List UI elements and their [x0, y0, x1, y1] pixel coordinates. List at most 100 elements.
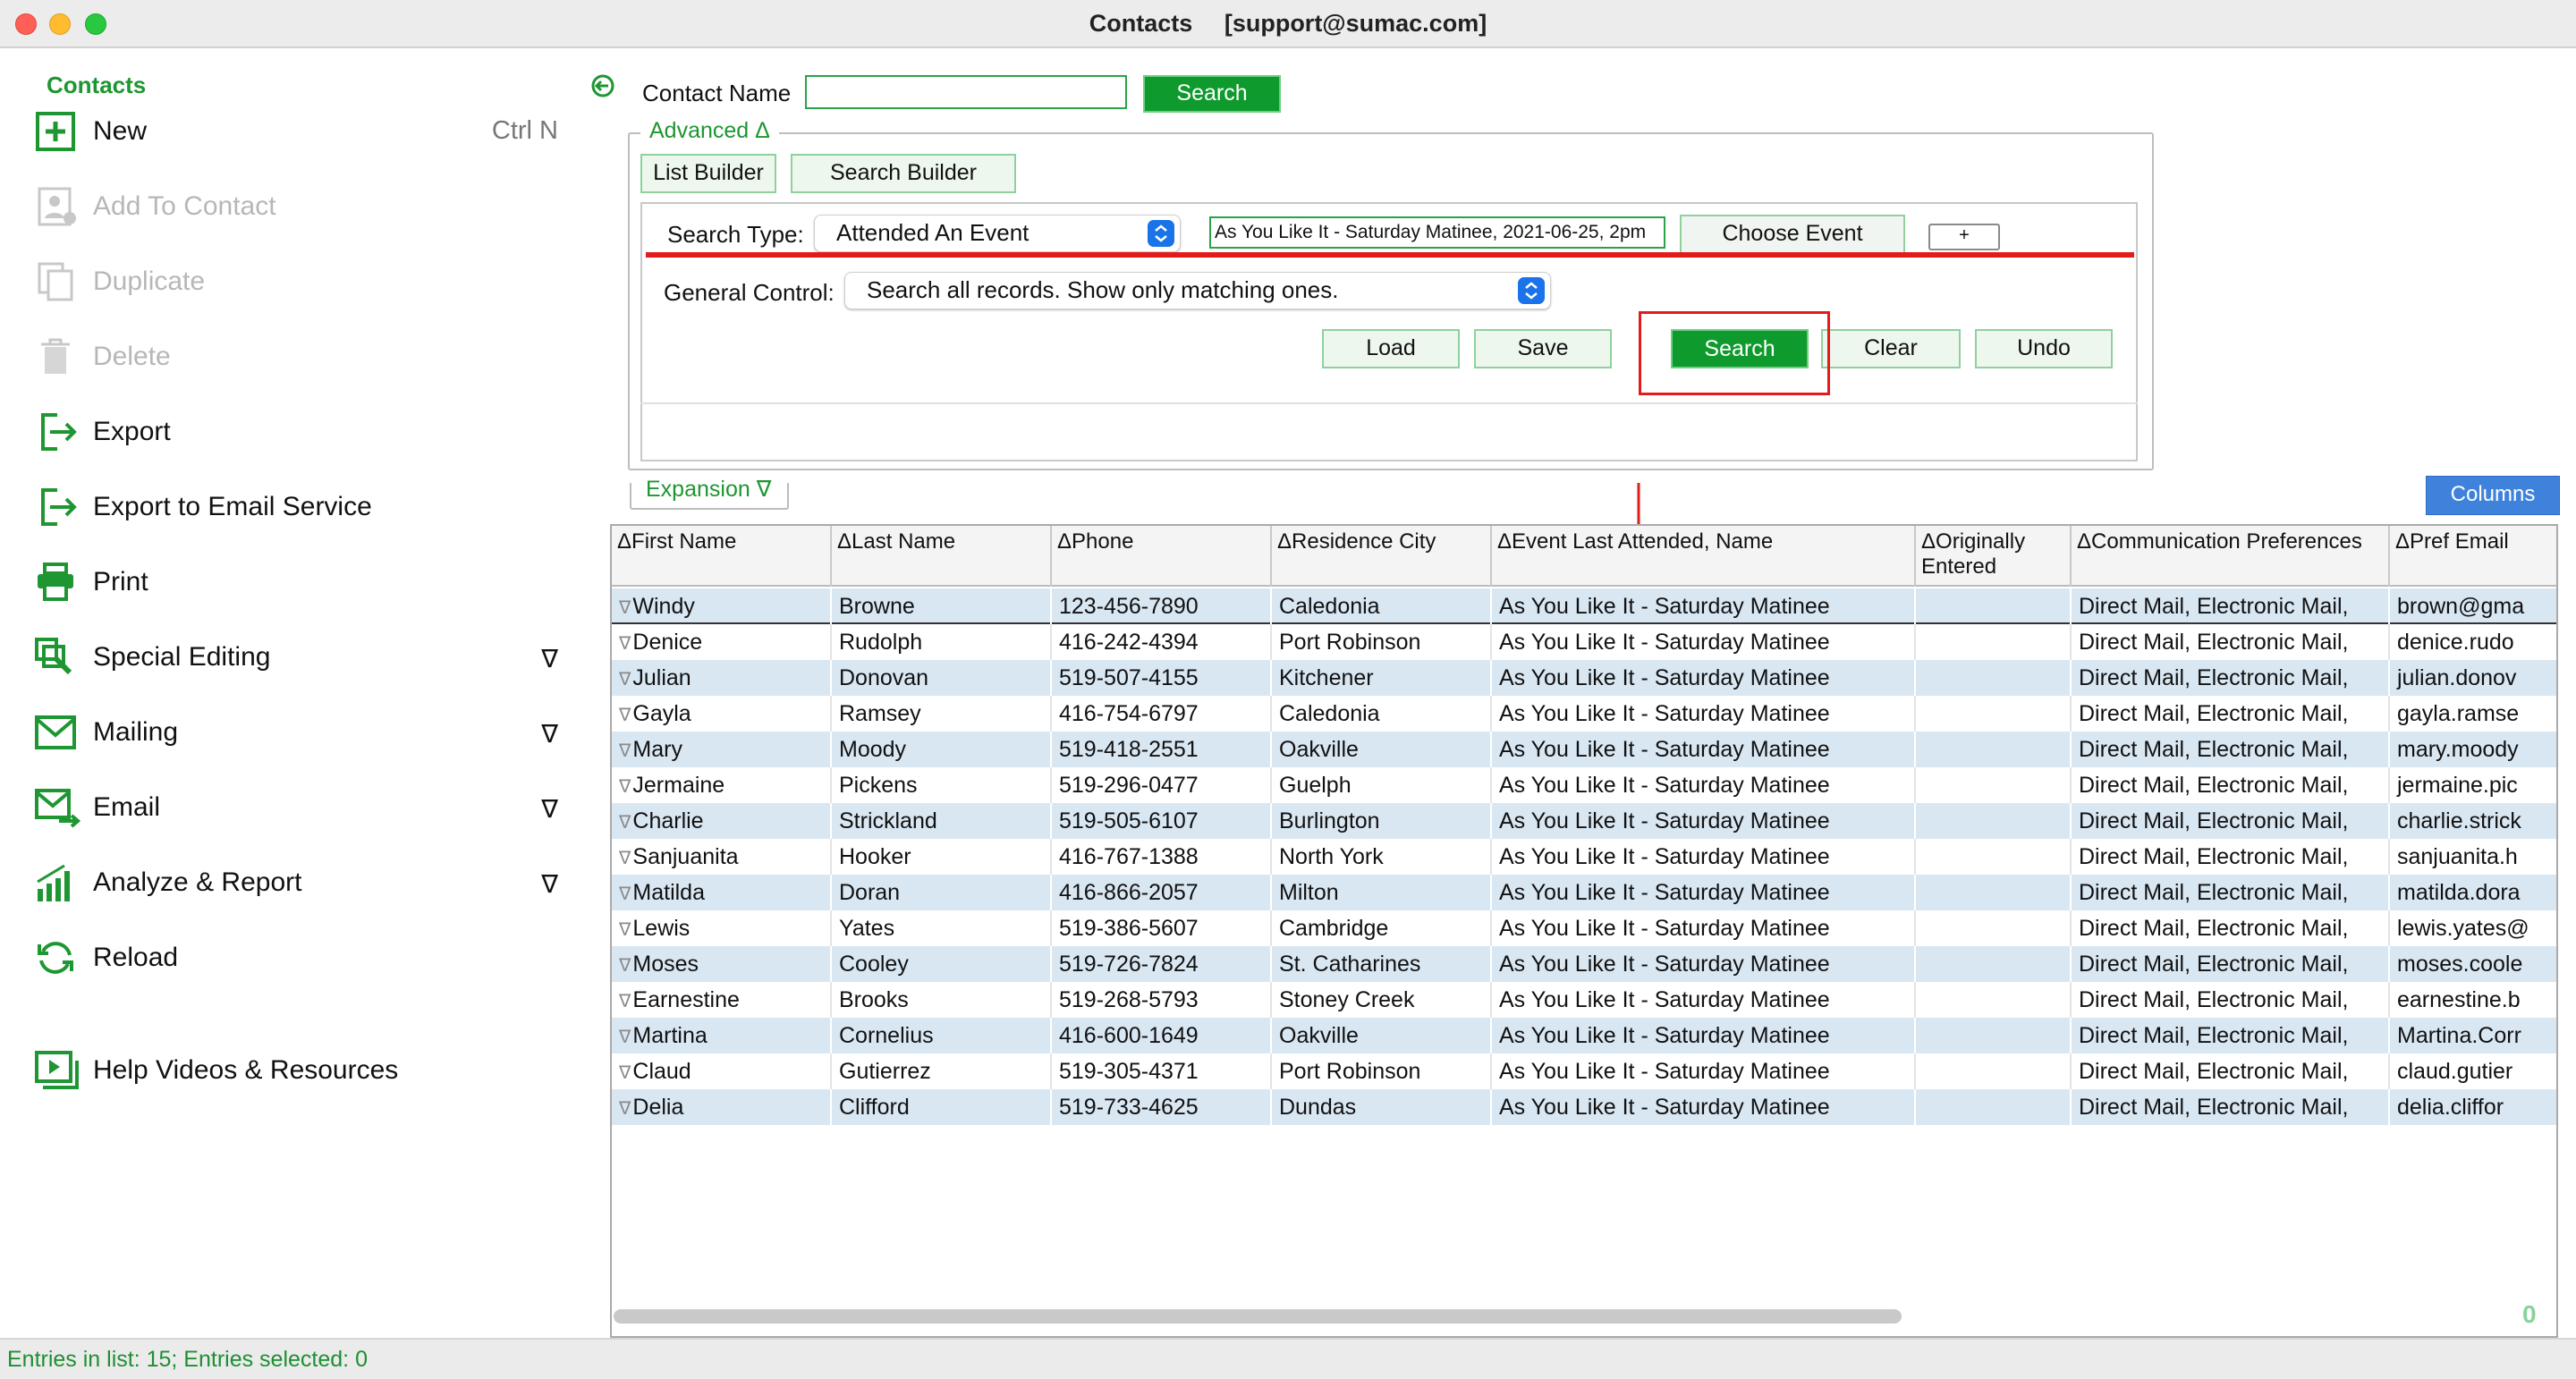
- table-cell: 519-386-5607: [1052, 910, 1272, 946]
- general-control-select[interactable]: Search all records. Show only matching o…: [844, 272, 1551, 309]
- cell-text: Oakville: [1279, 1023, 1359, 1048]
- row-expand-icon[interactable]: ∇: [619, 777, 631, 797]
- sidebar-item-duplicate[interactable]: Duplicate: [34, 256, 562, 306]
- column-header-residence-city[interactable]: ΔResidence City: [1272, 526, 1492, 587]
- cell-text: Guelph: [1279, 773, 1352, 798]
- column-header-communication-preferences[interactable]: ΔCommunication Preferences: [2072, 526, 2390, 587]
- table-row[interactable]: ∇Mary Moody 519-418-2551 Oakville As You Lik…: [612, 732, 2556, 767]
- sidebar-item-export[interactable]: Export: [34, 406, 562, 456]
- cell-text: Martina: [632, 1023, 708, 1048]
- cell-text: St. Catharines: [1279, 952, 1421, 977]
- table-cell: Port Robinson: [1272, 1053, 1492, 1089]
- row-expand-icon[interactable]: ∇: [619, 634, 631, 654]
- table-cell: Gutierrez: [832, 1053, 1052, 1089]
- table-row[interactable]: ∇Martina Cornelius 416-600-1649 Oakville As …: [612, 1018, 2556, 1053]
- expansion-legend[interactable]: Expansion ∇: [637, 476, 781, 503]
- add-criteria-button[interactable]: +: [1928, 224, 2000, 250]
- sidebar-item-special-editing[interactable]: Special Editing ∇: [34, 631, 562, 681]
- table-row[interactable]: ∇Sanjuanita Hooker 416-767-1388 North York A…: [612, 839, 2556, 875]
- row-expand-icon[interactable]: ∇: [619, 992, 631, 1011]
- table-cell: As You Like It - Saturday Matinee: [1492, 696, 1916, 732]
- contact-name-input[interactable]: [805, 75, 1127, 109]
- horizontal-scrollbar[interactable]: [614, 1309, 1902, 1324]
- sidebar-item-help-videos[interactable]: Help Videos & Resources: [34, 1045, 562, 1095]
- sidebar-item-print[interactable]: Print: [34, 556, 562, 606]
- column-header-first-name[interactable]: ΔFirst Name: [612, 526, 832, 587]
- search-type-select[interactable]: Attended An Event: [814, 215, 1181, 252]
- window-title-text: Contacts: [1089, 10, 1193, 37]
- table-row[interactable]: ∇Delia Clifford 519-733-4625 Dundas As You L…: [612, 1089, 2556, 1125]
- collapse-sidebar-icon[interactable]: [590, 73, 615, 98]
- row-expand-icon[interactable]: ∇: [619, 956, 631, 976]
- save-button[interactable]: Save: [1474, 329, 1612, 368]
- envelope-icon: [35, 715, 76, 749]
- dropdown-triangle-icon[interactable]: ∇: [541, 644, 558, 673]
- cell-text: 519-505-6107: [1059, 808, 1199, 833]
- load-button[interactable]: Load: [1322, 329, 1460, 368]
- event-input[interactable]: As You Like It - Saturday Matinee, 2021-…: [1209, 216, 1665, 249]
- cell-text: Brooks: [839, 987, 909, 1012]
- cell-text: 519-268-5793: [1059, 987, 1199, 1012]
- table-cell: Clifford: [832, 1089, 1052, 1125]
- row-expand-icon[interactable]: ∇: [619, 598, 631, 618]
- row-expand-icon[interactable]: ∇: [619, 1063, 631, 1083]
- cell-text: Direct Mail, Electronic Mail,: [2079, 594, 2349, 619]
- column-header-pref-email[interactable]: ΔPref Email: [2390, 526, 2556, 587]
- main-panel: Contact Name Search Advanced Δ List Buil…: [581, 50, 2576, 1338]
- sidebar-item-delete[interactable]: Delete: [34, 331, 562, 381]
- table-row[interactable]: ∇Moses Cooley 519-726-7824 St. Catharines As…: [612, 946, 2556, 982]
- table-row[interactable]: ∇Charlie Strickland 519-505-6107 Burlington…: [612, 803, 2556, 839]
- cell-text: 519-733-4625: [1059, 1095, 1199, 1120]
- table-row[interactable]: ∇Julian Donovan 519-507-4155 Kitchener As Yo…: [612, 660, 2556, 696]
- advanced-legend[interactable]: Advanced Δ: [640, 118, 779, 144]
- sidebar-item-analyze-report[interactable]: Analyze & Report ∇: [34, 857, 562, 907]
- table-row[interactable]: ∇Gayla Ramsey 416-754-6797 Caledonia As You …: [612, 696, 2556, 732]
- row-expand-icon[interactable]: ∇: [619, 920, 631, 940]
- sidebar-item-add-to-contact[interactable]: Add To Contact: [34, 181, 562, 231]
- row-expand-icon[interactable]: ∇: [619, 670, 631, 690]
- dropdown-triangle-icon[interactable]: ∇: [541, 869, 558, 899]
- row-expand-icon[interactable]: ∇: [619, 884, 631, 904]
- contact-search-button[interactable]: Search: [1143, 75, 1281, 113]
- list-builder-tab[interactable]: List Builder: [640, 154, 776, 193]
- table-cell: ∇Mary: [612, 732, 832, 767]
- sidebar-item-export-to-email-service[interactable]: Export to Email Service: [34, 481, 562, 531]
- sidebar-item-new[interactable]: New Ctrl N: [34, 106, 562, 156]
- row-expand-icon[interactable]: ∇: [619, 706, 631, 725]
- sidebar-item-reload[interactable]: Reload: [34, 932, 562, 982]
- search-builder-tab[interactable]: Search Builder: [791, 154, 1016, 193]
- table-cell: lewis.yates@: [2390, 910, 2556, 946]
- dropdown-triangle-icon[interactable]: ∇: [541, 794, 558, 824]
- table-row[interactable]: ∇Windy Browne 123-456-7890 Caledonia As You …: [612, 588, 2556, 624]
- row-expand-icon[interactable]: ∇: [619, 741, 631, 761]
- column-header-event-last-attended[interactable]: ΔEvent Last Attended, Name: [1492, 526, 1916, 587]
- choose-event-button[interactable]: Choose Event: [1680, 215, 1905, 254]
- sidebar-item-label: Email: [93, 792, 161, 822]
- column-header-last-name[interactable]: ΔLast Name: [832, 526, 1052, 587]
- table-row[interactable]: ∇Denice Rudolph 416-242-4394 Port Robinson A…: [612, 624, 2556, 660]
- row-expand-icon[interactable]: ∇: [619, 1099, 631, 1119]
- table-cell: ∇Lewis: [612, 910, 832, 946]
- sidebar-item-mailing[interactable]: Mailing ∇: [34, 706, 562, 757]
- cell-text: As You Like It - Saturday Matinee: [1499, 844, 1830, 869]
- columns-button[interactable]: Columns: [2426, 476, 2560, 515]
- table-cell: ∇Earnestine: [612, 982, 832, 1018]
- table-row[interactable]: ∇Claud Gutierrez 519-305-4371 Port Robinson…: [612, 1053, 2556, 1089]
- column-header-phone[interactable]: ΔPhone: [1052, 526, 1272, 587]
- row-expand-icon[interactable]: ∇: [619, 849, 631, 868]
- row-expand-icon[interactable]: ∇: [619, 1028, 631, 1047]
- table-row[interactable]: ∇Earnestine Brooks 519-268-5793 Stoney Cree…: [612, 982, 2556, 1018]
- sidebar: Contacts New Ctrl N Add To Contact Dupli…: [0, 50, 581, 1338]
- row-expand-icon[interactable]: ∇: [619, 813, 631, 833]
- table-row[interactable]: ∇Lewis Yates 519-386-5607 Cambridge As You L…: [612, 910, 2556, 946]
- sidebar-item-email[interactable]: Email ∇: [34, 782, 562, 832]
- table-cell: Donovan: [832, 660, 1052, 696]
- table-row[interactable]: ∇Matilda Doran 416-866-2057 Milton As You Li…: [612, 875, 2556, 910]
- dropdown-triangle-icon[interactable]: ∇: [541, 719, 558, 749]
- clear-button[interactable]: Clear: [1821, 329, 1961, 368]
- cell-text: As You Like It - Saturday Matinee: [1499, 1095, 1830, 1120]
- cell-text: julian.donov: [2397, 665, 2517, 690]
- table-row[interactable]: ∇Jermaine Pickens 519-296-0477 Guelph As You…: [612, 767, 2556, 803]
- column-header-originally-entered[interactable]: ΔOriginally Entered: [1916, 526, 2072, 587]
- undo-button[interactable]: Undo: [1975, 329, 2113, 368]
